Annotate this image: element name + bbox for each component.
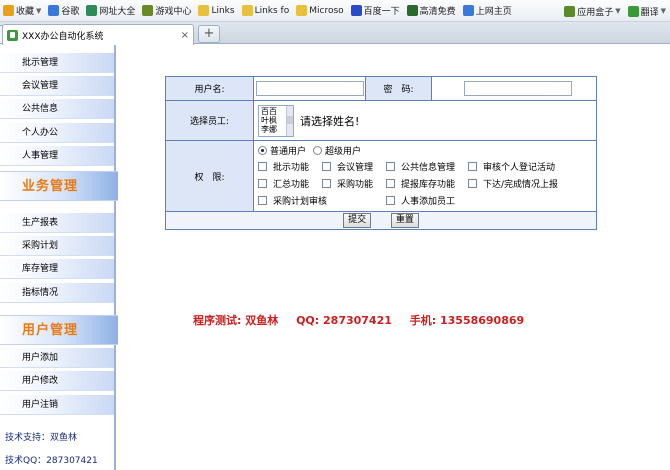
sidebar-item-inventory[interactable]: 库存管理 xyxy=(0,259,114,279)
sidebar-item-meetings[interactable]: 会议管理 xyxy=(0,76,114,96)
sidebar-item-purchase-plan[interactable]: 采购计划 xyxy=(0,236,114,256)
perm-purchase-checkbox[interactable]: 采购功能 xyxy=(322,177,373,190)
perm-summary-checkbox[interactable]: 汇总功能 xyxy=(258,177,309,190)
username-label: 用户名: xyxy=(165,76,254,101)
tab-bar: XXX办公自动化系统 × + xyxy=(0,22,670,45)
video-icon xyxy=(406,5,418,16)
permission-grid: 普通用户 超级用户 批示功能 会议管理 公共信息管理 审核个人登记活动 汇总功能… xyxy=(258,141,592,211)
contact-info: 程序测试: 双鱼林 QQ: 287307421 手机: 13558690869 xyxy=(193,312,538,328)
chevron-down-icon: ▼ xyxy=(36,6,42,15)
google-icon xyxy=(48,5,60,16)
sidebar-item-production-report[interactable]: 生产报表 xyxy=(0,213,114,233)
perm-instructions-checkbox[interactable]: 批示功能 xyxy=(258,160,309,173)
perm-review-activity-checkbox[interactable]: 审核个人登记活动 xyxy=(468,160,555,173)
tab-title: XXX办公自动化系统 xyxy=(22,31,104,42)
user-form: 用户名: 密 码: 选择员工: 百百 叶枫 李娜 请选择姓名! 权 限: 普通用… xyxy=(165,76,597,230)
chevron-down-icon: ▼ xyxy=(615,7,621,15)
translate-icon xyxy=(627,5,639,17)
perm-inventory-report-checkbox[interactable]: 提报库存功能 xyxy=(386,177,455,190)
sidebar-item-instructions[interactable]: 批示管理 xyxy=(0,53,114,73)
tech-qq-text: 技术QQ：287307421 xyxy=(5,456,98,466)
sidebar-item-add-user[interactable]: 用户添加 xyxy=(0,348,114,368)
password-input[interactable] xyxy=(464,81,572,96)
bookmark-home[interactable]: 上网主页 xyxy=(460,2,515,20)
bookmarks-right-group: 应用盒子 ▼ 翻译 ▼ xyxy=(561,2,670,20)
app-box-icon xyxy=(564,5,576,17)
sidebar-item-edit-user[interactable]: 用户修改 xyxy=(0,371,114,391)
sidebar-item-delete-user[interactable]: 用户注销 xyxy=(0,395,114,415)
bookmark-google[interactable]: 谷歌 xyxy=(45,2,82,20)
employee-hint: 请选择姓名! xyxy=(300,114,360,128)
new-tab-button[interactable]: + xyxy=(198,25,220,43)
folder-icon xyxy=(241,5,253,16)
app-box-button[interactable]: 应用盒子 ▼ xyxy=(561,2,623,20)
bookmarks-bar: 收藏 ▼ 谷歌 网址大全 游戏中心 Links Links fo Microso … xyxy=(0,0,670,22)
bookmark-hd-free[interactable]: 高清免费 xyxy=(404,2,459,20)
perm-public-info-checkbox[interactable]: 公共信息管理 xyxy=(386,160,455,173)
listbox-scrollbar[interactable] xyxy=(286,105,293,136)
perm-meetings-checkbox[interactable]: 会议管理 xyxy=(322,160,373,173)
role-super-radio[interactable]: 超级用户 xyxy=(313,144,361,157)
phone-text: 手机: 13558690869 xyxy=(409,314,525,327)
chevron-down-icon: ▼ xyxy=(660,7,666,15)
tester-text: 程序测试: 双鱼林 xyxy=(193,314,279,327)
translate-button[interactable]: 翻译 ▼ xyxy=(625,2,669,20)
bookmark-microsoft[interactable]: Microso xyxy=(293,2,346,20)
perm-hr-add-checkbox[interactable]: 人事添加员工 xyxy=(386,194,455,207)
bookmark-url-directory[interactable]: 网址大全 xyxy=(83,2,138,20)
bookmark-links-for[interactable]: Links fo xyxy=(239,2,293,20)
perm-status-report-checkbox[interactable]: 下达/完成情况上报 xyxy=(468,177,558,190)
employee-label: 选择员工: xyxy=(165,100,254,141)
radio-checked-icon xyxy=(258,146,267,155)
bookmark-favorites[interactable]: 收藏 ▼ xyxy=(0,2,44,20)
page-icon xyxy=(7,29,18,41)
qq-text: QQ: 287307421 xyxy=(296,314,392,327)
submit-button[interactable]: 提交 xyxy=(343,213,372,228)
role-normal-radio[interactable]: 普通用户 xyxy=(258,144,306,157)
sidebar: 批示管理 会议管理 公共信息 个人办公 人事管理 业务管理 生产报表 采购计划 … xyxy=(0,45,118,470)
folder-icon xyxy=(296,5,308,16)
bookmark-game-center[interactable]: 游戏中心 xyxy=(139,2,194,20)
sidebar-item-indicators[interactable]: 指标情况 xyxy=(0,283,114,303)
sidebar-item-personal-office[interactable]: 个人办公 xyxy=(0,123,114,143)
username-input[interactable] xyxy=(256,81,364,96)
radio-icon xyxy=(313,146,322,155)
gamepad-icon xyxy=(142,5,154,16)
folder-icon xyxy=(198,5,210,16)
perm-purchase-review-checkbox[interactable]: 采购计划审核 xyxy=(258,194,327,207)
tech-support-text: 技术支持：双鱼林 xyxy=(5,433,78,443)
sidebar-item-hr[interactable]: 人事管理 xyxy=(0,146,114,166)
sidebar-section-users[interactable]: 用户管理 xyxy=(0,315,118,345)
reset-button[interactable]: 重置 xyxy=(390,213,419,228)
home-icon xyxy=(462,5,474,16)
employee-listbox[interactable]: 百百 叶枫 李娜 xyxy=(258,104,294,137)
permission-label: 权 限: xyxy=(165,140,254,212)
sidebar-item-public-info[interactable]: 公共信息 xyxy=(0,99,114,119)
tab-oa-system[interactable]: XXX办公自动化系统 × xyxy=(2,24,194,45)
star-icon xyxy=(3,5,14,16)
bookmark-baidu[interactable]: 百度一下 xyxy=(348,2,403,20)
bookmark-links[interactable]: Links xyxy=(195,2,237,20)
password-label: 密 码: xyxy=(365,76,432,101)
close-icon[interactable]: × xyxy=(181,30,189,41)
paw-icon xyxy=(350,5,362,16)
sidebar-section-business[interactable]: 业务管理 xyxy=(0,171,118,201)
site-icon xyxy=(86,5,98,16)
